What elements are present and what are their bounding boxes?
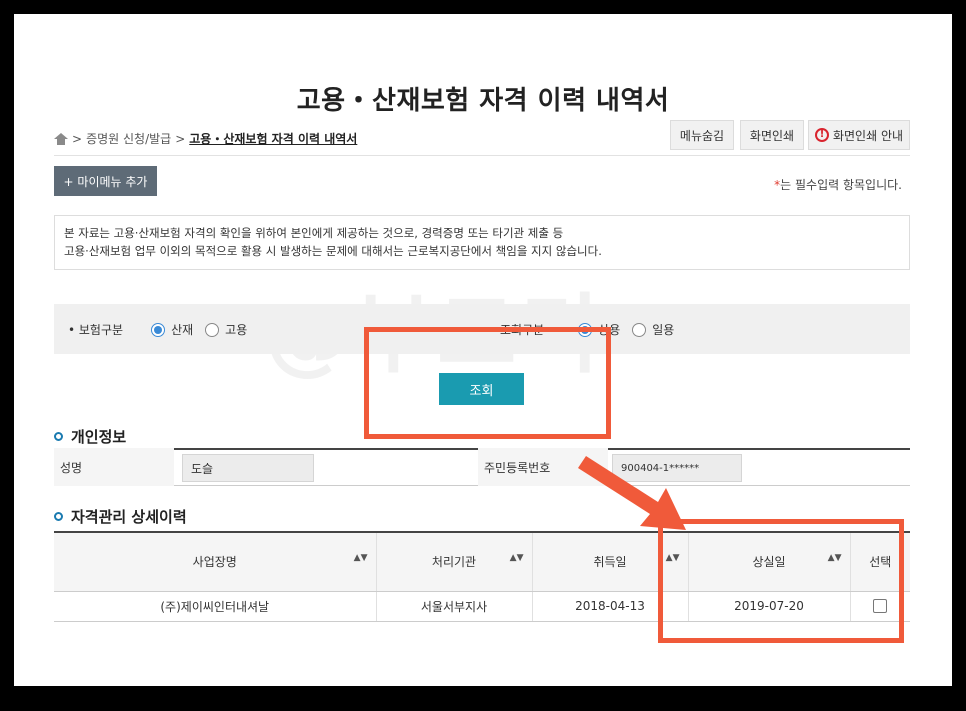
personal-info-title: 개인정보 <box>71 428 127 446</box>
notice-line: 본 자료는 고용·산재보험 자격의 확인을 위하여 본인에게 제공하는 것으로,… <box>64 226 564 240</box>
hide-menu-label: 메뉴숨김 <box>679 128 725 143</box>
breadcrumb-item[interactable]: 증명원 신청/발급 <box>86 130 171 147</box>
highlight-box-search <box>364 327 611 439</box>
name-value: 도슬 <box>191 461 214 476</box>
alert-icon: ! <box>814 128 829 142</box>
cell-office: 서울서부지사 <box>376 591 533 622</box>
notice-box: 본 자료는 고용·산재보험 자격의 확인을 위하여 본인에게 제공하는 것으로,… <box>54 215 910 270</box>
bullet-icon <box>54 432 63 441</box>
name-field: 도슬 <box>182 454 314 482</box>
required-note: *는 필수입력 항목입니다. <box>774 176 902 193</box>
col-office-label: 처리기관 <box>431 555 477 570</box>
print-screen-label: 화면인쇄 <box>749 128 795 143</box>
bullet-icon <box>54 512 63 521</box>
personal-info-heading: 개인정보 <box>54 426 126 447</box>
highlight-box-result <box>658 519 904 643</box>
history-title: 자격관리 상세이력 <box>71 508 187 526</box>
print-guide-button[interactable]: ! 화면인쇄 안내 <box>808 120 910 150</box>
col-office[interactable]: 처리기관 ▲▼ <box>376 532 533 592</box>
sort-icon[interactable]: ▲▼ <box>510 554 524 563</box>
col-workplace-label: 사업장명 <box>192 555 237 570</box>
breadcrumb-separator: > <box>175 131 186 146</box>
home-icon[interactable] <box>54 132 68 145</box>
add-my-menu-label: + 마이메뉴 추가 <box>63 174 148 189</box>
col-workplace[interactable]: 사업장명 ▲▼ <box>54 532 377 592</box>
name-label-cell: 성명 <box>54 448 174 486</box>
required-text: 는 필수입력 항목입니다. <box>780 178 902 192</box>
radio-ilyong-label[interactable]: 일용 <box>652 321 674 338</box>
history-heading: 자격관리 상세이력 <box>54 506 187 527</box>
insurance-type-label: • 보험구분 <box>68 323 124 337</box>
rrn-label: 주민등록번호 <box>484 460 551 475</box>
arrow-icon <box>578 456 686 530</box>
sort-icon[interactable]: ▲▼ <box>354 554 368 563</box>
breadcrumb: > 증명원 신청/발급 > 고용・산재보험 자격 이력 내역서 <box>54 130 357 147</box>
radio-ilyong[interactable] <box>632 322 647 337</box>
page-frame: @부드리 고용・산재보험 자격 이력 내역서 > 증명원 신청/발급 > 고용・… <box>14 14 952 686</box>
radio-sanjae-label[interactable]: 산재 <box>171 321 193 338</box>
col-acquired-label: 취득일 <box>593 555 627 570</box>
divider <box>54 155 910 156</box>
print-guide-label: 화면인쇄 안내 <box>832 128 904 143</box>
insurance-type-filter: • 보험구분 산재 고용 <box>68 321 247 338</box>
radio-sanjae[interactable] <box>151 322 166 337</box>
radio-goyong-label[interactable]: 고용 <box>225 321 247 338</box>
radio-goyong[interactable] <box>205 322 220 337</box>
breadcrumb-separator: > <box>72 131 83 146</box>
page-title: 고용・산재보험 자격 이력 내역서 <box>296 86 670 116</box>
add-my-menu-button[interactable]: + 마이메뉴 추가 <box>54 166 157 196</box>
notice-line: 고용·산재보험 업무 이외의 목적으로 활용 시 발생하는 문제에 대해서는 근… <box>64 244 602 258</box>
breadcrumb-current[interactable]: 고용・산재보험 자격 이력 내역서 <box>189 130 357 147</box>
hide-menu-button[interactable]: 메뉴숨김 <box>670 120 734 150</box>
name-label: 성명 <box>60 460 83 475</box>
print-screen-button[interactable]: 화면인쇄 <box>740 120 804 150</box>
cell-workplace: (주)제이씨인터내셔날 <box>54 591 377 622</box>
